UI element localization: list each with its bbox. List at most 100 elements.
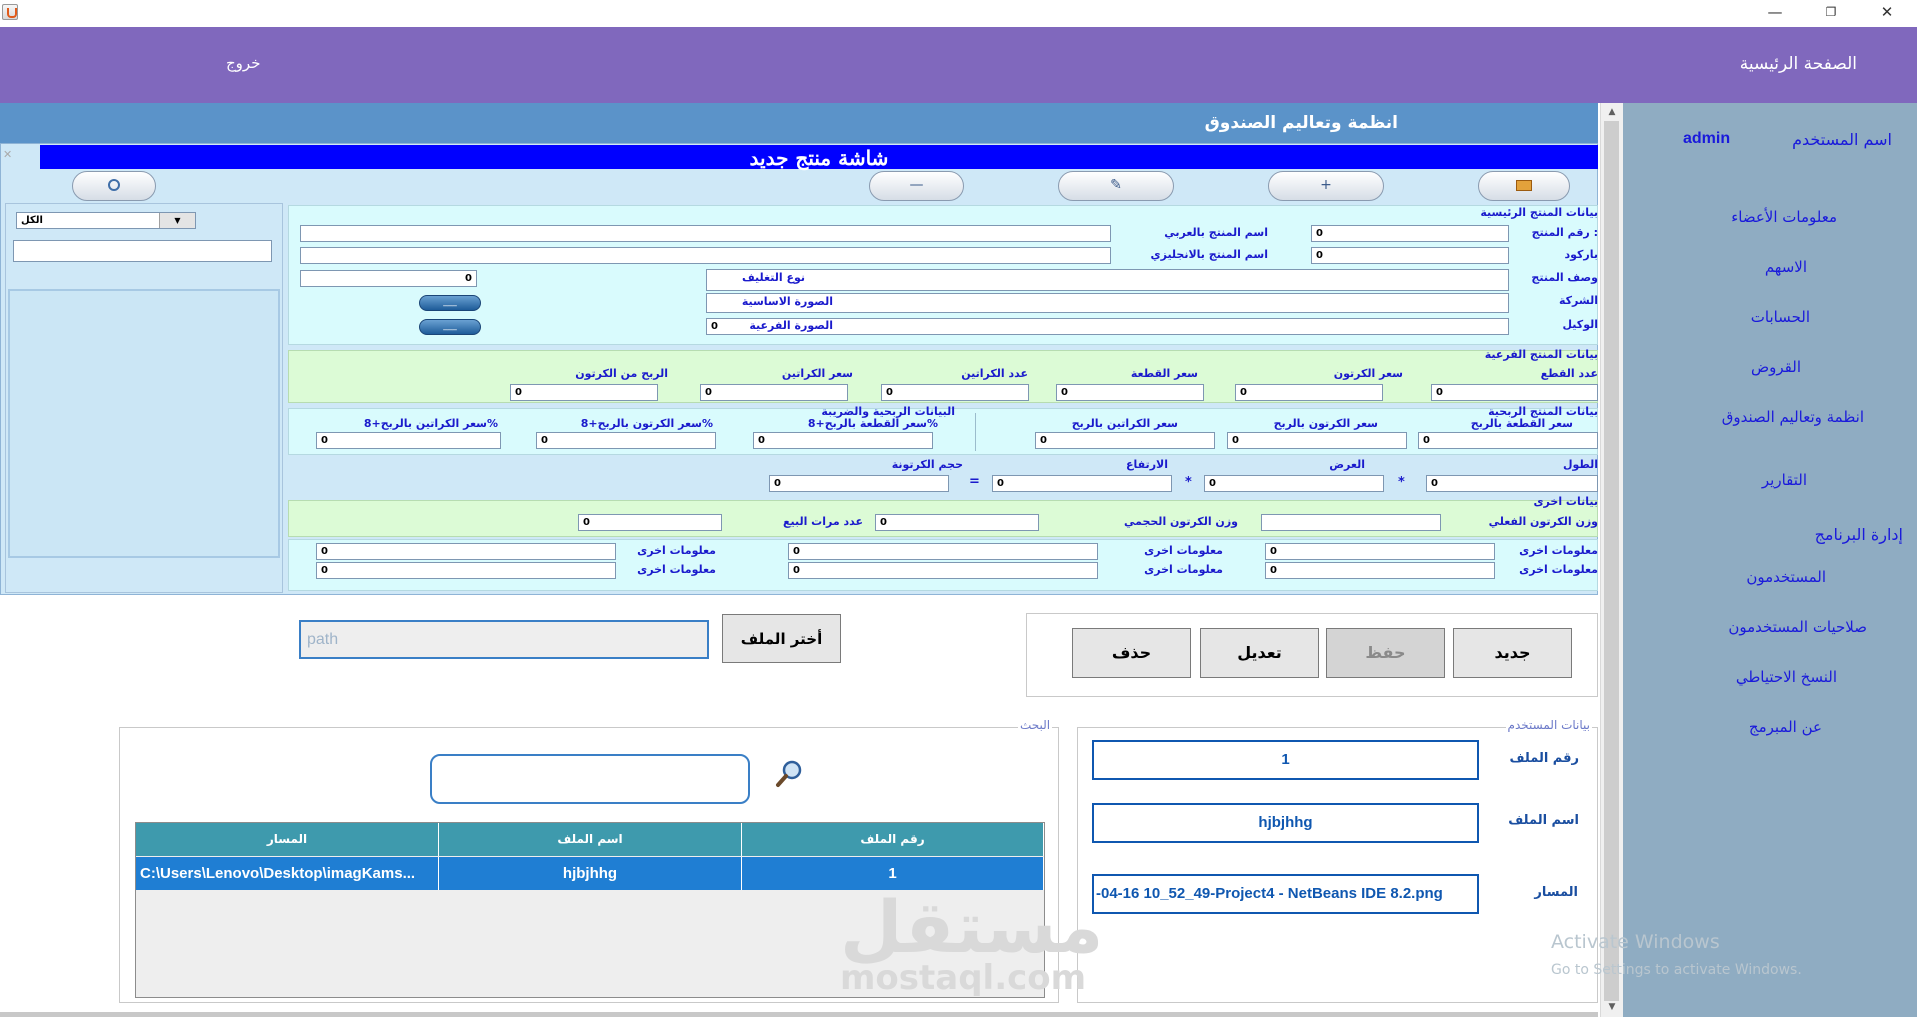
carton-actual-weight-field[interactable]: [1261, 514, 1441, 531]
frame-close-icon[interactable]: ✕: [3, 148, 12, 161]
exit-link[interactable]: خروج: [226, 54, 260, 72]
user-data-title: بيانات المستخدم: [1505, 718, 1592, 732]
carton-volume-weight-field[interactable]: 0: [875, 514, 1039, 531]
company-label: الشركة: [1558, 294, 1598, 307]
table-cell-path[interactable]: C:\Users\Lenovo\Desktop\imagKams...: [136, 857, 439, 890]
sales-count-field[interactable]: 0: [578, 514, 722, 531]
name-en-field[interactable]: [300, 247, 1111, 264]
other-info-field-4[interactable]: 0: [788, 562, 1098, 579]
carton-price-field[interactable]: 0: [1235, 384, 1383, 401]
cartons-price-profit-field[interactable]: 0: [1035, 432, 1215, 449]
choose-file-button[interactable]: أختر الملف: [722, 614, 841, 663]
other-info-label-1: معلومات اخرى: [1519, 544, 1598, 557]
home-link[interactable]: الصفحة الرئيسية: [1740, 54, 1857, 74]
barcode-field[interactable]: 0: [1311, 247, 1509, 264]
horizontal-scrollbar[interactable]: [0, 1012, 1598, 1017]
other-info-label-5: معلومات اخرى: [637, 544, 716, 557]
column-header-path[interactable]: المسار: [136, 823, 439, 856]
toolbar-folder-button[interactable]: [1478, 171, 1570, 201]
other-info-field-2[interactable]: 0: [1265, 562, 1495, 579]
cartons-price-profit-label: سعر الكراتين بالربح: [1071, 417, 1178, 430]
pieces-count-field[interactable]: 0: [1431, 384, 1598, 401]
other-info-field-5[interactable]: 0: [316, 543, 616, 560]
sub-image-label: الصورة الفرعية: [749, 319, 833, 332]
folder-icon: [1516, 179, 1532, 191]
other-info-field-6[interactable]: 0: [316, 562, 616, 579]
toolbar-edit-button[interactable]: ✎: [1058, 171, 1174, 201]
sidebar-item-about[interactable]: عن المبرمج: [1749, 718, 1822, 736]
other-info-field-1[interactable]: 0: [1265, 543, 1495, 560]
table-cell-file-name[interactable]: hjbjhhg: [439, 857, 742, 890]
carton-volume-field[interactable]: 0: [769, 475, 949, 492]
edit-button[interactable]: تعديل: [1200, 628, 1319, 678]
sidebar-item-members[interactable]: معلومات الأعضاء: [1731, 208, 1837, 226]
product-list[interactable]: [8, 289, 280, 558]
name-ar-field[interactable]: [300, 225, 1111, 242]
main-header: الصفحة الرئيسية خروج: [0, 27, 1917, 103]
length-field[interactable]: 0: [1426, 475, 1598, 492]
piece-price-tax-label: سعر القطعة بالربح+8%: [807, 417, 938, 430]
file-name-display: hjbjhhg: [1092, 803, 1479, 843]
carton-actual-weight-label: وزن الكرتون الفعلي: [1488, 515, 1598, 528]
scroll-thumb[interactable]: [1604, 121, 1619, 1001]
sidebar-item-backup[interactable]: النسخ الاحتياطي: [1736, 668, 1837, 686]
filter-search-input[interactable]: [13, 240, 272, 262]
piece-price-tax-field[interactable]: 0: [753, 432, 933, 449]
product-desc-field[interactable]: [706, 269, 1509, 291]
packing-type-value: 0: [465, 273, 472, 284]
column-header-file-name[interactable]: اسم الملف: [439, 823, 742, 856]
width-field[interactable]: 0: [1204, 475, 1384, 492]
other-info-field-3[interactable]: 0: [788, 543, 1098, 560]
scroll-up-icon[interactable]: ▲: [1601, 104, 1623, 120]
sub-image-button[interactable]: ___: [419, 319, 481, 335]
carton-profit-field[interactable]: 0: [510, 384, 658, 401]
close-window-button[interactable]: ✕: [1864, 0, 1910, 27]
product-desc-label: وصف المنتج: [1531, 271, 1598, 284]
cartons-price-tax-field[interactable]: 0: [316, 432, 501, 449]
toolbar-add-button[interactable]: +: [1268, 171, 1384, 201]
path-input[interactable]: path: [299, 620, 709, 659]
carton-price-label: سعر الكرتون: [1333, 367, 1403, 380]
piece-price-profit-field[interactable]: 0: [1418, 432, 1598, 449]
cartons-price-tax-label: سعر الكراتين بالربح+8%: [363, 417, 498, 430]
scroll-down-icon[interactable]: ▼: [1601, 999, 1623, 1015]
carton-profit-label: الربح من الكرتون: [575, 367, 668, 380]
carton-price-profit-field[interactable]: 0: [1227, 432, 1407, 449]
piece-price-field[interactable]: 0: [1056, 384, 1204, 401]
sidebar-item-users[interactable]: المستخدمون: [1746, 568, 1826, 586]
toolbar-search-button[interactable]: [72, 171, 156, 201]
other-info-label-3: معلومات اخرى: [1144, 544, 1223, 557]
product-no-field[interactable]: 0: [1311, 225, 1509, 242]
cartons-count-field[interactable]: 0: [881, 384, 1029, 401]
toolbar-remove-button[interactable]: —: [869, 171, 964, 201]
height-field[interactable]: 0: [992, 475, 1172, 492]
vertical-scrollbar[interactable]: ▲ ▼: [1600, 103, 1623, 1017]
product-no-label: رقم المنتج :: [1531, 226, 1598, 239]
new-button[interactable]: جديد: [1453, 628, 1572, 678]
cartons-price-field[interactable]: 0: [700, 384, 848, 401]
filter-select[interactable]: الكل ▼: [16, 212, 196, 229]
sidebar-item-permissions[interactable]: صلاحيات المستخدمون: [1728, 618, 1867, 636]
sidebar-item-reports[interactable]: التقارير: [1762, 471, 1807, 489]
main-image-button[interactable]: ___: [419, 295, 481, 311]
sidebar-item-accounts[interactable]: الحسابات: [1751, 308, 1810, 326]
packing-type-field[interactable]: 0: [300, 270, 477, 287]
search-input[interactable]: [430, 754, 750, 804]
minimize-button[interactable]: —: [1752, 0, 1798, 27]
page-title-bar: انظمة وتعاليم الصندوق: [0, 103, 1598, 143]
sidebar-item-loans[interactable]: القروض: [1751, 358, 1801, 376]
chevron-down-icon[interactable]: ▼: [159, 213, 195, 228]
cartons-count-label: عدد الكراتين: [961, 367, 1028, 380]
search-icon[interactable]: [773, 758, 805, 790]
save-button[interactable]: حفظ: [1326, 628, 1445, 678]
sidebar-item-fund-rules[interactable]: انظمة وتعاليم الصندوق: [1722, 408, 1864, 426]
maximize-button[interactable]: ❐: [1808, 0, 1854, 27]
column-header-file-no[interactable]: رقم الملف: [742, 823, 1044, 856]
delete-button[interactable]: حذف: [1072, 628, 1191, 678]
search-icon: [108, 179, 120, 191]
product-form: بيانات المنتج الرئيسية رقم المنتج : 0 اس…: [283, 203, 1598, 593]
carton-price-tax-field[interactable]: 0: [536, 432, 716, 449]
pieces-count-label: عدد القطع: [1540, 367, 1598, 380]
search-title: البحث: [1018, 718, 1053, 732]
sidebar-item-shares[interactable]: الاسهم: [1765, 258, 1807, 276]
